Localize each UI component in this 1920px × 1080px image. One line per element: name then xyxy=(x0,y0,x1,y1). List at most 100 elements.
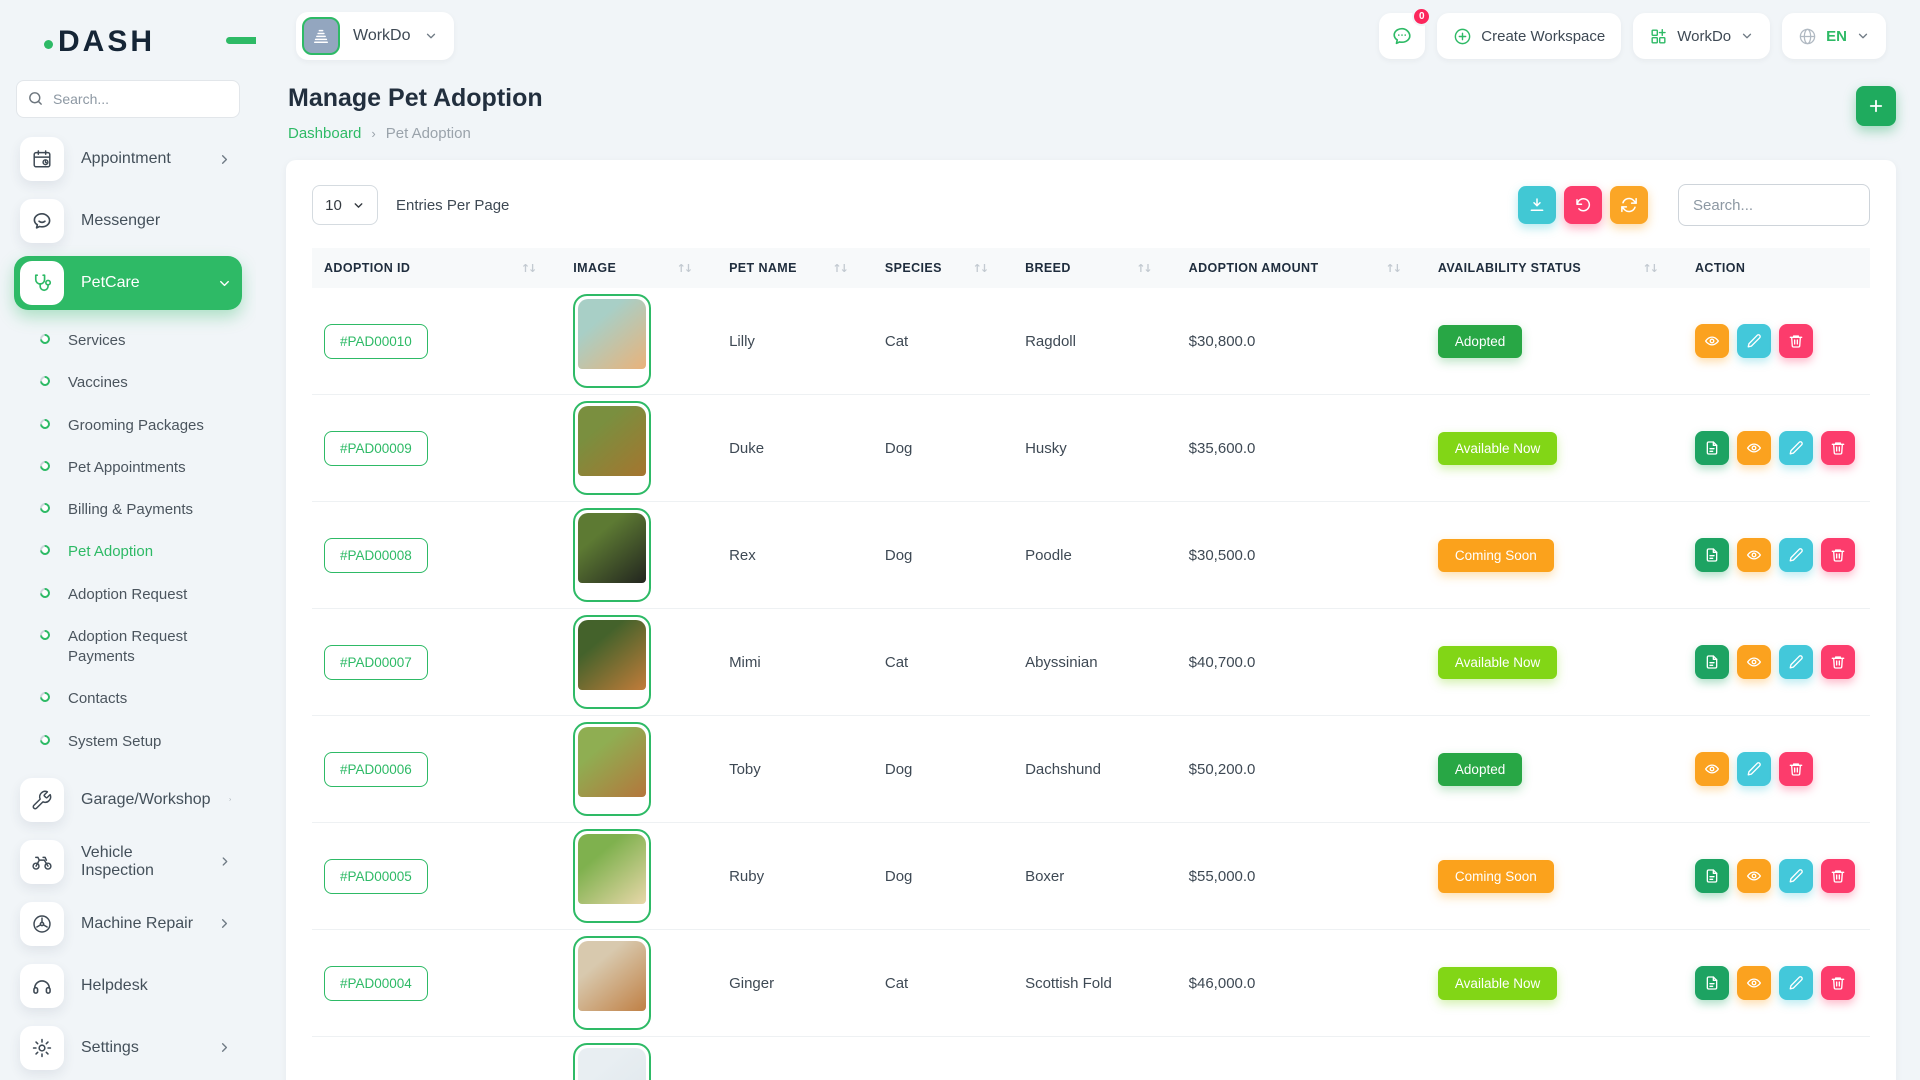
delete-button[interactable] xyxy=(1821,645,1855,679)
cell-empty xyxy=(873,1037,1013,1080)
undo-button[interactable] xyxy=(1564,186,1602,224)
status-badge: Available Now xyxy=(1438,432,1557,465)
column-header-adoption-amount[interactable]: ADOPTION AMOUNT↑↓ xyxy=(1177,248,1426,288)
sidebar-item-settings[interactable]: Settings xyxy=(14,1021,242,1075)
edit-button[interactable] xyxy=(1737,324,1771,358)
sidebar-item-petcare[interactable]: PetCare xyxy=(14,256,242,310)
cell-species: Dog xyxy=(873,823,1013,930)
delete-button[interactable] xyxy=(1821,431,1855,465)
sidebar-item-messenger[interactable]: Messenger xyxy=(14,194,242,248)
cell-adoption-amount: $30,500.0 xyxy=(1177,502,1426,609)
delete-button[interactable] xyxy=(1821,538,1855,572)
sidebar-subitem-label: Pet Adoption xyxy=(68,542,153,562)
sidebar-subitem-pet-adoption[interactable]: Pet Adoption xyxy=(12,531,244,573)
edit-button[interactable] xyxy=(1779,645,1813,679)
invoice-button[interactable] xyxy=(1695,859,1729,893)
sidebar-item-vehicle-inspection[interactable]: Vehicle Inspection xyxy=(14,835,242,889)
sidebar-item-appointment[interactable]: Appointment xyxy=(14,132,242,186)
pet-image xyxy=(573,615,651,709)
invoice-button[interactable] xyxy=(1695,431,1729,465)
language-selector[interactable]: EN xyxy=(1782,13,1886,59)
sort-icon[interactable]: ↑↓ xyxy=(521,262,549,275)
view-button[interactable] xyxy=(1737,431,1771,465)
refresh-button[interactable] xyxy=(1610,186,1648,224)
invoice-button[interactable] xyxy=(1695,538,1729,572)
edit-button[interactable] xyxy=(1779,859,1813,893)
cell-breed: Boxer xyxy=(1013,823,1177,930)
adoption-id-badge: #PAD00007 xyxy=(324,645,428,680)
view-button[interactable] xyxy=(1737,538,1771,572)
sort-icon[interactable]: ↑↓ xyxy=(1136,262,1164,275)
invoice-button[interactable] xyxy=(1695,645,1729,679)
invoice-button[interactable] xyxy=(1695,966,1729,1000)
column-header-adoption-id[interactable]: ADOPTION ID↑↓ xyxy=(312,248,561,288)
column-header-availability-status[interactable]: AVAILABILITY STATUS↑↓ xyxy=(1426,248,1683,288)
calendar-icon xyxy=(20,137,64,181)
app-logo: DASH xyxy=(0,18,256,64)
sidebar-subitem-contacts[interactable]: Contacts xyxy=(12,678,244,720)
sidebar-subitem-grooming-packages[interactable]: Grooming Packages xyxy=(12,405,244,447)
status-badge: Available Now xyxy=(1438,967,1557,1000)
delete-button[interactable] xyxy=(1821,966,1855,1000)
delete-button[interactable] xyxy=(1779,324,1813,358)
sort-icon[interactable]: ↑↓ xyxy=(1643,262,1671,275)
view-button[interactable] xyxy=(1737,966,1771,1000)
column-header-action[interactable]: ACTION xyxy=(1683,248,1870,288)
pet-image xyxy=(573,722,651,816)
cell-availability-status: Available Now xyxy=(1426,609,1683,716)
view-button[interactable] xyxy=(1695,324,1729,358)
sort-icon[interactable]: ↑↓ xyxy=(832,262,860,275)
breadcrumb-dashboard-link[interactable]: Dashboard xyxy=(288,125,361,142)
cell-breed: Husky xyxy=(1013,395,1177,502)
column-header-pet-name[interactable]: PET NAME↑↓ xyxy=(717,248,873,288)
sidebar-subitem-adoption-request[interactable]: Adoption Request xyxy=(12,574,244,616)
sort-icon[interactable]: ↑↓ xyxy=(1385,262,1413,275)
table-row-partial xyxy=(312,1037,1870,1080)
create-workspace-button[interactable]: Create Workspace xyxy=(1437,13,1621,59)
cell-action xyxy=(1683,716,1870,823)
chevron-down-icon xyxy=(1740,29,1754,43)
export-button[interactable] xyxy=(1518,186,1556,224)
sidebar-item-garage-workshop[interactable]: Garage/Workshop xyxy=(14,773,242,827)
download-icon xyxy=(1528,196,1546,214)
edit-button[interactable] xyxy=(1779,966,1813,1000)
cell-species: Dog xyxy=(873,395,1013,502)
adoption-table-card: 10 Entries Per Page xyxy=(286,160,1896,1080)
sidebar-item-helpdesk[interactable]: Helpdesk xyxy=(14,959,242,1013)
edit-button[interactable] xyxy=(1779,538,1813,572)
edit-button[interactable] xyxy=(1737,752,1771,786)
workspace-selector[interactable]: WorkDo xyxy=(296,12,454,60)
sidebar-subitem-pet-appointments[interactable]: Pet Appointments xyxy=(12,447,244,489)
view-button[interactable] xyxy=(1737,859,1771,893)
status-badge: Coming Soon xyxy=(1438,860,1554,893)
edit-button[interactable] xyxy=(1779,431,1813,465)
entries-per-page-select[interactable]: 10 xyxy=(312,185,378,225)
cell-adoption-amount: $50,200.0 xyxy=(1177,716,1426,823)
sidebar-subitem-billing-payments[interactable]: Billing & Payments xyxy=(12,489,244,531)
adoption-id-badge: #PAD00005 xyxy=(324,859,428,894)
sidebar-item-machine-repair[interactable]: Machine Repair xyxy=(14,897,242,951)
delete-button[interactable] xyxy=(1779,752,1813,786)
sidebar-subitem-vaccines[interactable]: Vaccines xyxy=(12,362,244,404)
eye-icon xyxy=(1746,868,1762,884)
workdo-menu-button[interactable]: WorkDo xyxy=(1633,13,1770,59)
cell-empty xyxy=(1177,1037,1426,1080)
sidebar-search-input[interactable] xyxy=(16,80,240,118)
status-badge: Available Now xyxy=(1438,646,1557,679)
bullet-icon xyxy=(38,585,52,599)
globe-icon xyxy=(1798,27,1817,46)
view-button[interactable] xyxy=(1737,645,1771,679)
sidebar-subitem-system-setup[interactable]: System Setup xyxy=(12,721,244,763)
column-header-breed[interactable]: BREED↑↓ xyxy=(1013,248,1177,288)
table-search-input[interactable] xyxy=(1678,184,1870,226)
delete-button[interactable] xyxy=(1821,859,1855,893)
sidebar-subitem-services[interactable]: Services xyxy=(12,320,244,362)
column-header-species[interactable]: SPECIES↑↓ xyxy=(873,248,1013,288)
column-header-image[interactable]: IMAGE↑↓ xyxy=(561,248,717,288)
sort-icon[interactable]: ↑↓ xyxy=(973,262,1001,275)
add-adoption-button[interactable] xyxy=(1856,86,1896,126)
sidebar-subitem-adoption-request-payments[interactable]: Adoption Request Payments xyxy=(12,616,244,679)
sort-icon[interactable]: ↑↓ xyxy=(677,262,705,275)
view-button[interactable] xyxy=(1695,752,1729,786)
messages-button[interactable]: 0 xyxy=(1379,13,1425,59)
